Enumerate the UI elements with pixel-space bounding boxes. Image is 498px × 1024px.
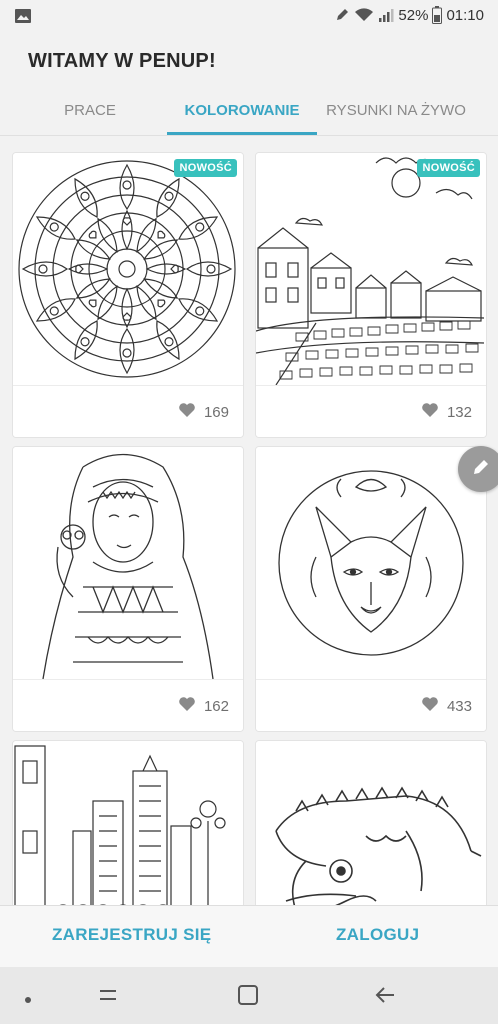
app-header: WITAMY W PENUP! PRACE KOLOROWANIE RYSUNK… — [0, 34, 498, 136]
gallery-icon — [14, 9, 32, 28]
new-badge: NOWOŚĆ — [417, 159, 480, 177]
auth-bar: ZAREJESTRUJ SIĘ ZALOGUJ — [0, 905, 498, 967]
coloring-card[interactable] — [255, 740, 487, 905]
likes-count: 162 — [203, 697, 229, 715]
heart-icon — [178, 402, 196, 422]
login-button[interactable]: ZALOGUJ — [336, 925, 419, 945]
pencil-icon — [471, 457, 491, 482]
register-button[interactable]: ZAREJESTRUJ SIĘ — [52, 925, 211, 945]
likes[interactable]: 433 — [421, 696, 472, 716]
battery-icon — [432, 6, 443, 24]
tab-kolorowanie[interactable]: KOLOROWANIE — [167, 102, 317, 119]
coloring-card[interactable]: 433 — [255, 446, 487, 732]
coloring-card[interactable]: 162 — [12, 446, 244, 732]
card-footer: 433 — [256, 679, 486, 731]
clock: 01:10 — [446, 6, 484, 24]
system-nav-bar — [0, 967, 498, 1024]
heart-icon — [178, 696, 196, 716]
new-badge: NOWOŚĆ — [174, 159, 237, 177]
wifi-icon — [354, 7, 374, 23]
heart-icon — [421, 696, 439, 716]
likes[interactable]: 162 — [178, 696, 229, 716]
likes[interactable]: 132 — [421, 402, 472, 422]
card-footer: 169 — [13, 385, 243, 437]
coloring-grid: NOWOŚĆ 169 NOWOŚĆ 132 162 433 — [0, 137, 498, 905]
recent-apps-icon[interactable] — [96, 983, 120, 1012]
active-tab-indicator — [167, 132, 317, 135]
tab-bar: PRACE KOLOROWANIE RYSUNKI NA ŻYWO — [0, 96, 498, 136]
page-title: WITAMY W PENUP! — [28, 50, 216, 72]
heart-icon — [421, 402, 439, 422]
coloring-card[interactable]: NOWOŚĆ 132 — [255, 152, 487, 438]
likes-count: 169 — [203, 403, 229, 421]
likes[interactable]: 169 — [178, 402, 229, 422]
tab-rysunki-na-zywo[interactable]: RYSUNKI NA ŻYWO — [325, 102, 467, 119]
coloring-card[interactable] — [12, 740, 244, 905]
crocodile-artwork — [256, 741, 486, 905]
draw-fab[interactable] — [458, 446, 498, 492]
card-footer: 162 — [13, 679, 243, 731]
status-bar: 52% 01:10 — [0, 0, 498, 34]
tab-prace[interactable]: PRACE — [40, 102, 140, 119]
village-street-artwork — [256, 153, 486, 386]
likes-count: 433 — [446, 697, 472, 715]
wolf-mandala-artwork — [256, 447, 486, 679]
signal-icon — [378, 7, 394, 23]
likes-count: 132 — [446, 403, 472, 421]
pen-icon — [334, 7, 350, 23]
mandala-artwork — [13, 153, 243, 385]
woman-with-owl-artwork — [13, 447, 243, 680]
home-icon[interactable] — [236, 983, 260, 1012]
battery-percent: 52% — [398, 6, 429, 24]
coloring-card[interactable]: NOWOŚĆ 169 — [12, 152, 244, 438]
back-icon[interactable] — [374, 983, 398, 1012]
dot-icon — [24, 991, 32, 1009]
card-footer: 132 — [256, 385, 486, 437]
city-street-artwork — [13, 741, 243, 905]
